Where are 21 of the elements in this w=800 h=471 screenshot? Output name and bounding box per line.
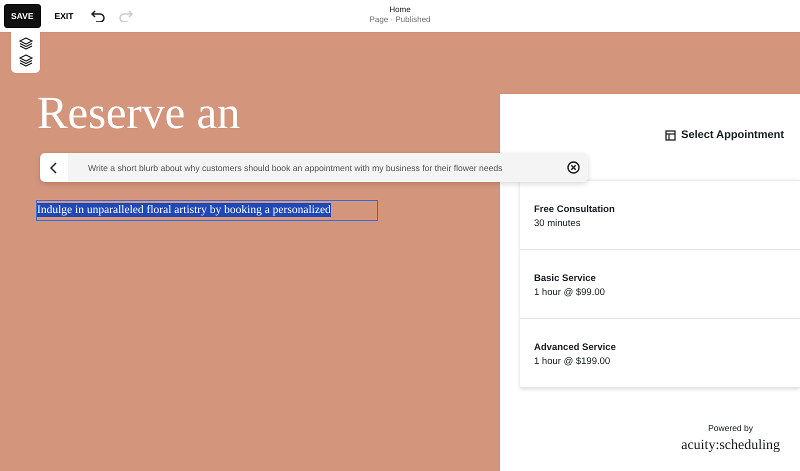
text-selection-frame[interactable]: Indulge in unparalleled floral artistry by booking a personalized xyxy=(36,200,378,221)
hero-heading: Reserve an xyxy=(37,90,242,136)
service-name: Basic Service xyxy=(534,272,597,286)
powered-by-text: Powered by xyxy=(708,422,753,435)
service-detail: 1 hour @ $99.00 xyxy=(534,287,605,298)
exit-button[interactable]: EXIT xyxy=(46,4,82,28)
service-detail: 30 minutes xyxy=(534,218,580,229)
prompt-input-field[interactable]: Write a short blurb about why customers should book an appointment with my business for their flower needs xyxy=(68,153,565,182)
layers-icon[interactable] xyxy=(18,54,32,66)
scheduler-heading: Select Appointment xyxy=(681,128,784,144)
selected-text[interactable]: Indulge in unparalleled floral artistry by booking a personalized xyxy=(37,202,331,216)
service-detail: 1 hour @ $199.00 xyxy=(534,356,610,367)
service-name: Free Consultation xyxy=(534,203,616,217)
service-name: Advanced Service xyxy=(534,341,617,355)
calendar-icon xyxy=(665,130,676,141)
clear-icon[interactable] xyxy=(565,153,588,182)
page-title: Home xyxy=(389,5,411,15)
save-button[interactable]: SAVE xyxy=(4,4,41,28)
brand-logo: acuity:scheduling xyxy=(681,436,780,455)
layers-icon[interactable] xyxy=(18,36,32,50)
page-status: Page · Published xyxy=(370,15,430,25)
